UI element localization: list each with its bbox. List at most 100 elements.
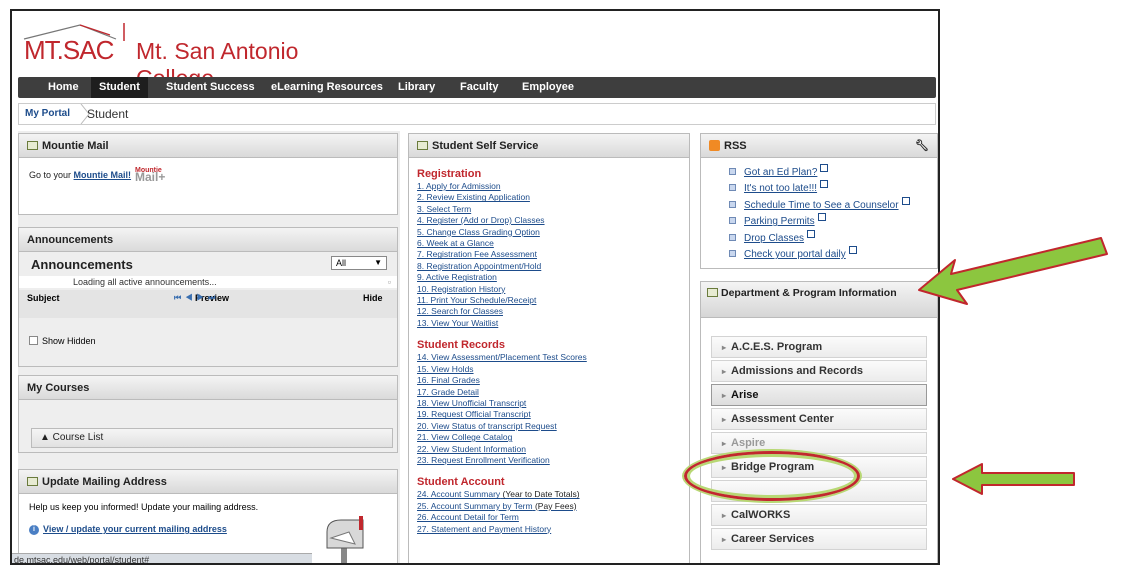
mailing-address-portlet: Update Mailing Address Help us keep you …	[18, 469, 398, 563]
rss-list: Got an Ed Plan? It's not too late!!! Sch…	[729, 164, 910, 262]
loading-message: Loading all active announcements... ▫	[19, 276, 397, 288]
rss-item[interactable]: Schedule Time to See a Counselor	[729, 196, 910, 213]
portlet-title: RSS 🔧︎	[701, 134, 937, 158]
close-icon[interactable]: ▫	[388, 276, 391, 288]
section-student-records: Student Records	[417, 339, 506, 352]
pager-controls[interactable]: ⏮ ◀ ▶ ⏭	[174, 293, 216, 303]
nav-employee[interactable]: Employee	[514, 77, 582, 98]
link-fee-assessment[interactable]: 7. Registration Fee Assessment	[417, 249, 687, 260]
link-summary-by-term[interactable]: 25. Account Summary by Term	[417, 501, 533, 511]
chevron-right-icon: ▸	[722, 535, 727, 544]
link-apply-admission[interactable]: 1. Apply for Admission	[417, 181, 687, 192]
right-column: RSS 🔧︎ Got an Ed Plan? It's not too late!…	[700, 131, 938, 563]
college-logo[interactable]: MT.SAC Mt. San Antonio College	[20, 21, 360, 91]
course-list-toggle[interactable]: ▲ Course List	[31, 428, 393, 448]
link-final-grades[interactable]: 16. Final Grades	[417, 375, 687, 386]
rss-portlet: RSS 🔧︎ Got an Ed Plan? It's not too late!…	[700, 133, 938, 269]
link-view-waitlist[interactable]: 13. View Your Waitlist	[417, 318, 687, 329]
mountie-mail-link[interactable]: Mountie Mail!	[74, 170, 132, 180]
chevron-right-icon: ▸	[722, 367, 727, 376]
link-print-schedule[interactable]: 11. Print Your Schedule/Receipt	[417, 295, 687, 306]
wrench-icon[interactable]: 🔧︎	[915, 134, 929, 158]
col-hide: Hide	[363, 293, 383, 303]
link-account-detail[interactable]: 26. Account Detail for Term	[417, 512, 687, 523]
link-payment-history[interactable]: 27. Statement and Payment History	[417, 524, 687, 535]
nav-faculty[interactable]: Faculty	[452, 77, 507, 98]
browser-status-bar: de.mtsac.edu/web/portal/student#	[12, 553, 312, 563]
dept-item-aspire[interactable]: ▸ Aspire	[711, 432, 927, 454]
mailing-text: Help us keep you informed! Update your m…	[29, 502, 259, 512]
link-week-at-glance[interactable]: 6. Week at a Glance	[417, 238, 687, 249]
dept-item-career-services[interactable]: ▸ Career Services	[711, 528, 927, 550]
info-icon: i	[29, 525, 39, 535]
main-nav: Home Student Student Success eLearning R…	[18, 77, 936, 98]
section-student-account: Student Account	[417, 476, 505, 489]
link-review-application[interactable]: 2. Review Existing Application	[417, 192, 687, 203]
chevron-right-icon: ▸	[722, 415, 727, 424]
portlet-title: Mountie Mail	[19, 134, 397, 158]
link-account-summary[interactable]: 24. Account Summary	[417, 489, 500, 499]
rss-item[interactable]: Check your portal daily	[729, 246, 910, 262]
mountie-mail-logo[interactable]: Mountie Mail+	[135, 167, 165, 183]
announcements-table-header: Subject Preview Hide ⏮ ◀ ▶ ⏭	[19, 290, 397, 318]
link-register-classes[interactable]: 4. Register (Add or Drop) Classes	[417, 215, 687, 226]
mailing-link-row: i View / update your current mailing addr…	[29, 524, 227, 535]
dept-item-aces[interactable]: ▸ A.C.E.S. Program	[711, 336, 927, 358]
bullet-icon	[729, 233, 736, 241]
portlet-title: My Courses	[19, 376, 397, 400]
logo-text: MT.SAC	[24, 35, 114, 65]
link-row-summary-by-term: 25. Account Summary by Term (Pay Fees)	[417, 500, 577, 511]
student-self-service-portlet: Student Self Service Registration 1. App…	[408, 133, 690, 563]
external-link-icon	[820, 164, 829, 172]
bullet-icon	[729, 184, 736, 192]
department-program-portlet: Department & Program Information ▸ A.C.E.…	[700, 281, 938, 563]
checkbox[interactable]	[29, 336, 38, 345]
announcement-filter-select[interactable]: All ▼	[331, 256, 387, 270]
rss-item[interactable]: It's not too late!!!	[729, 180, 910, 196]
portlet-title: Announcements	[19, 228, 397, 252]
link-appointment-hold[interactable]: 8. Registration Appointment/Hold	[417, 261, 687, 272]
link-unofficial-transcript[interactable]: 18. View Unofficial Transcript	[417, 398, 687, 409]
show-hidden-toggle[interactable]: Show Hidden	[29, 336, 96, 346]
annotation-arrow-lower	[952, 463, 1075, 495]
breadcrumb: My Portal Student	[18, 103, 936, 125]
nav-elearning-resources[interactable]: eLearning Resources	[263, 77, 391, 98]
dept-item-admissions[interactable]: ▸ Admissions and Records	[711, 360, 927, 382]
dept-item-assessment-center[interactable]: ▸ Assessment Center	[711, 408, 927, 430]
link-view-holds[interactable]: 15. View Holds	[417, 364, 687, 375]
rss-item[interactable]: Parking Permits	[729, 213, 910, 229]
portlet-title: Department & Program Information	[701, 282, 937, 318]
breadcrumb-my-portal[interactable]: My Portal	[25, 108, 70, 119]
link-active-registration[interactable]: 9. Active Registration	[417, 272, 687, 283]
bullet-icon	[729, 217, 736, 225]
link-change-grading[interactable]: 5. Change Class Grading Option	[417, 227, 687, 238]
link-enrollment-verification[interactable]: 23. Request Enrollment Verification	[417, 455, 687, 466]
mountie-mail-text: Go to your Mountie Mail!	[29, 170, 132, 180]
nav-student-success[interactable]: Student Success	[158, 77, 263, 98]
nav-library[interactable]: Library	[390, 77, 443, 98]
dept-item-calworks[interactable]: ▸ CalWORKS	[711, 504, 927, 526]
link-student-information[interactable]: 22. View Student Information	[417, 444, 687, 455]
chevron-right-icon: ▸	[722, 343, 727, 352]
section-registration: Registration	[417, 168, 482, 180]
link-official-transcript[interactable]: 19. Request Official Transcript	[417, 409, 687, 420]
link-grade-detail[interactable]: 17. Grade Detail	[417, 387, 687, 398]
portlet-icon	[27, 141, 38, 150]
bullet-icon	[729, 250, 736, 258]
dept-item-arise[interactable]: ▸ Arise	[711, 384, 927, 406]
link-search-classes[interactable]: 12. Search for Classes	[417, 306, 687, 317]
portlet-icon	[27, 477, 38, 486]
link-test-scores[interactable]: 14. View Assessment/Placement Test Score…	[417, 352, 687, 363]
update-address-link[interactable]: View / update your current mailing addre…	[43, 524, 227, 534]
bullet-icon	[729, 200, 736, 208]
mailbox-icon	[326, 516, 364, 563]
link-college-catalog[interactable]: 21. View College Catalog	[417, 432, 687, 443]
link-select-term[interactable]: 3. Select Term	[417, 204, 687, 215]
site-header: MT.SAC Mt. San Antonio College	[12, 11, 938, 91]
link-transcript-status[interactable]: 20. View Status of transcript Request	[417, 421, 687, 432]
nav-home[interactable]: Home	[40, 77, 87, 98]
rss-item[interactable]: Drop Classes	[729, 229, 910, 246]
nav-student[interactable]: Student	[91, 77, 148, 98]
link-registration-history[interactable]: 10. Registration History	[417, 284, 687, 295]
rss-item[interactable]: Got an Ed Plan?	[729, 164, 910, 180]
